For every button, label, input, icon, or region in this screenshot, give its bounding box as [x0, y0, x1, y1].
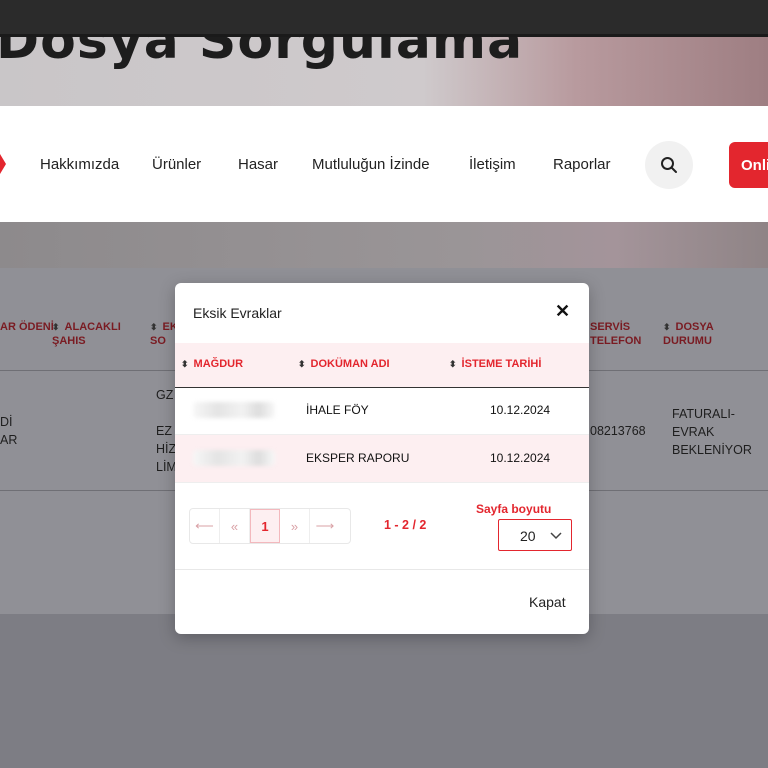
table-cell: GZ	[156, 388, 174, 402]
table-row: EKSPER RAPORU 10.12.2024	[175, 435, 589, 483]
online-button[interactable]: Onli	[729, 142, 768, 188]
page-button-current[interactable]: 1	[250, 509, 280, 543]
search-icon	[661, 157, 677, 173]
table-cell: Dİ AR	[0, 415, 18, 447]
modal-footer-divider	[175, 569, 589, 570]
nav-item-raporlar[interactable]: Raporlar	[553, 156, 611, 173]
table-cell-status: FATURALI- EVRAK BEKLENİYOR	[672, 407, 752, 457]
missing-documents-modal: Eksik Evraklar ✕ ⬍ MAĞDUR ⬍ DOKÜMAN ADI ⬍ İ…	[175, 283, 589, 634]
page-size-label: Sayfa boyutu	[476, 502, 552, 516]
table-cell: EZ HİZ LİM	[156, 424, 177, 474]
modal-title: Eksik Evraklar	[193, 305, 282, 321]
page-title: Dosya Sorgulama	[0, 37, 524, 71]
logo[interactable]	[0, 154, 6, 174]
redacted-name	[193, 402, 275, 418]
search-button[interactable]	[645, 141, 693, 189]
hero-banner: Dosya Sorgulama	[0, 37, 768, 106]
page-below	[0, 614, 768, 768]
redacted-name	[193, 450, 275, 466]
table-header-odeni: AR ÖDENİ	[0, 321, 54, 333]
table-header-ek: ⬍ EK SO	[150, 321, 175, 347]
column-header-magdur[interactable]: ⬍ MAĞDUR	[181, 358, 243, 370]
nav-item-mutlulugun-izinde[interactable]: Mutluluğun İzinde	[312, 156, 430, 173]
document-name: İHALE FÖY	[306, 403, 369, 417]
page-size-value: 20	[520, 528, 536, 544]
table-header-alacakli: ⬍ ALACAKLI ŞAHIS	[52, 321, 121, 347]
nav-item-iletisim[interactable]: İletişim	[469, 156, 516, 173]
nav-item-hasar[interactable]: Hasar	[238, 156, 278, 173]
table-row: İHALE FÖY 10.12.2024	[175, 387, 589, 435]
request-date: 10.12.2024	[490, 403, 551, 417]
first-page-button[interactable]: ⟵	[190, 509, 220, 543]
banner-strip	[0, 222, 768, 268]
page-size-select[interactable]: 20	[498, 519, 572, 551]
browser-top-bar	[0, 0, 768, 37]
column-header-isteme-tarihi[interactable]: ⬍ İSTEME TARİHİ	[449, 358, 541, 370]
nav-item-hakkimizda[interactable]: Hakkımızda	[40, 156, 119, 173]
next-page-button[interactable]: »	[280, 509, 310, 543]
main-nav: Hakkımızda Ürünler Hasar Mutluluğun İzin…	[0, 106, 768, 222]
request-date: 10.12.2024	[490, 451, 551, 465]
nav-item-urunler[interactable]: Ürünler	[152, 156, 201, 173]
close-icon[interactable]: ✕	[555, 301, 570, 322]
column-header-dokuman-adi[interactable]: ⬍ DOKÜMAN ADI	[298, 358, 390, 370]
close-button[interactable]: Kapat	[529, 594, 566, 610]
pagination: ⟵ « 1 » ⟶	[189, 508, 351, 544]
table-header-servis-telefon: SERVİS TELEFON	[590, 321, 642, 347]
modal-table-header: ⬍ MAĞDUR ⬍ DOKÜMAN ADI ⬍ İSTEME TARİHİ	[175, 343, 589, 388]
table-header-dosya-durumu: ⬍ DOSYA DURUMU	[663, 321, 714, 347]
last-page-button[interactable]: ⟶	[310, 509, 340, 543]
table-cell-phone: 08213768	[590, 424, 646, 438]
prev-page-button[interactable]: «	[220, 509, 250, 543]
chevron-down-icon	[550, 532, 562, 540]
page-range: 1 - 2 / 2	[384, 518, 427, 532]
document-name: EKSPER RAPORU	[306, 451, 410, 465]
